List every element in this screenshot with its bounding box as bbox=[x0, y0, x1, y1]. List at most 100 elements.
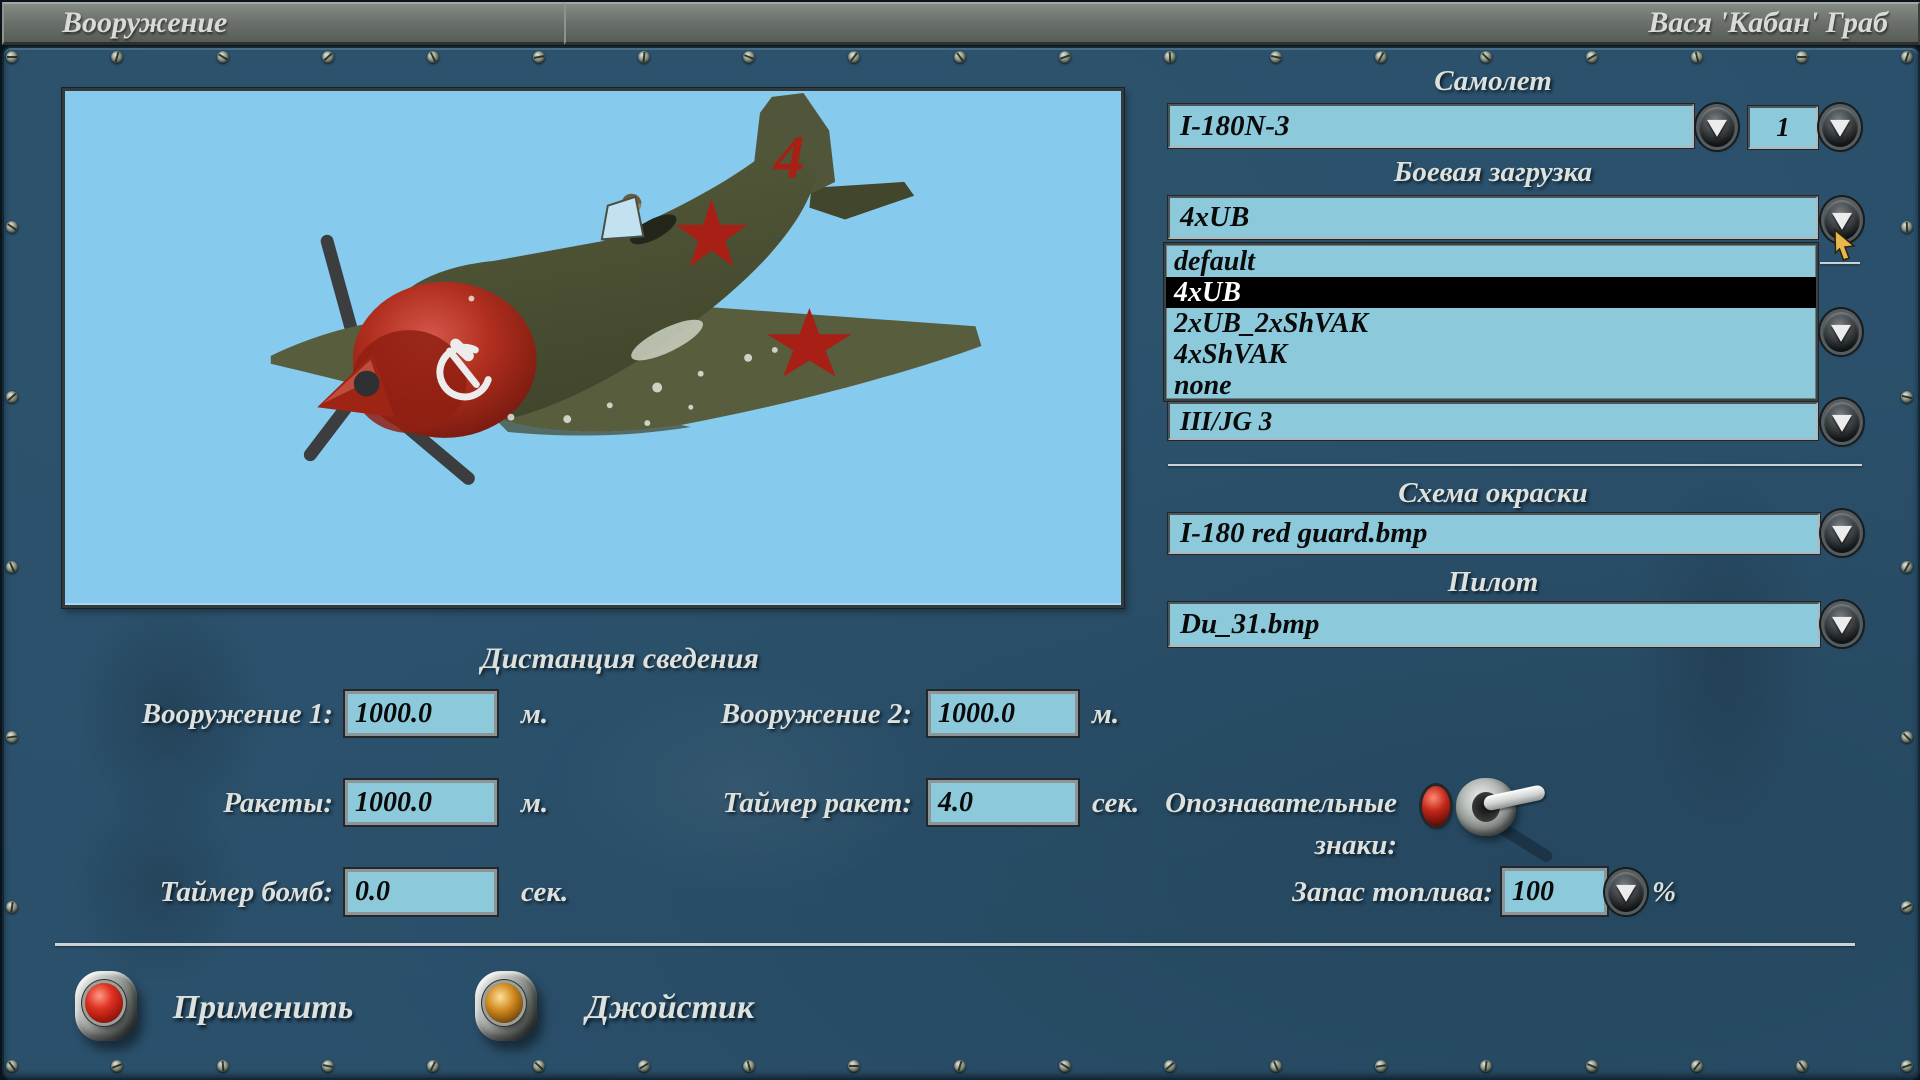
loadout-option[interactable]: 4xUB bbox=[1166, 277, 1816, 308]
screw-icon bbox=[1480, 51, 1492, 63]
aircraft-count-field[interactable]: 1 bbox=[1748, 106, 1818, 149]
screw-icon bbox=[427, 51, 439, 63]
screw-icon bbox=[1901, 221, 1913, 233]
screw-icon bbox=[1796, 1060, 1808, 1072]
rockets-input[interactable]: 1000.0 bbox=[345, 780, 497, 825]
aircraft-section-label: Самолет bbox=[1168, 64, 1818, 98]
apply-button-light-icon bbox=[85, 983, 123, 1023]
bomb-timer-label: Таймер бомб: bbox=[60, 871, 333, 913]
bottom-divider bbox=[55, 943, 1855, 946]
aircraft-dropdown-button[interactable] bbox=[1699, 107, 1735, 147]
screw-icon bbox=[1059, 1060, 1071, 1072]
loadout-section-label: Боевая загрузка bbox=[1168, 155, 1818, 189]
rockets-unit: м. bbox=[521, 782, 548, 824]
screw-icon bbox=[6, 391, 18, 403]
joystick-button-light-icon bbox=[485, 983, 523, 1023]
screw-icon bbox=[533, 51, 545, 63]
player-name-bar: Вася 'Кабан' Граб bbox=[564, 2, 1920, 45]
fuel-label: Запас топлива: bbox=[1240, 871, 1493, 913]
screw-icon bbox=[1901, 561, 1913, 573]
screw-icon bbox=[6, 1060, 18, 1072]
weapon1-input[interactable]: 1000.0 bbox=[345, 691, 497, 736]
screw-icon bbox=[1375, 1060, 1387, 1072]
section-divider bbox=[1168, 464, 1862, 466]
skin-select[interactable]: I-180 red guard.bmp bbox=[1168, 513, 1820, 554]
screw-icon bbox=[1796, 51, 1808, 63]
screw-icon bbox=[1164, 1060, 1176, 1072]
loadout-listbox[interactable]: default4xUB2xUB_2xShVAK4xShVAKnone bbox=[1164, 243, 1818, 401]
screw-icon bbox=[217, 1060, 229, 1072]
joystick-button-label: Джойстик bbox=[560, 986, 780, 1030]
pilot-dropdown-button[interactable] bbox=[1824, 604, 1860, 644]
screw-icon bbox=[1901, 901, 1913, 913]
screw-icon bbox=[1691, 1060, 1703, 1072]
fuel-unit: % bbox=[1652, 871, 1676, 913]
markings-indicator-light-icon bbox=[1422, 786, 1450, 826]
weapon2-input[interactable]: 1000.0 bbox=[928, 691, 1078, 736]
listbox-scroll-button[interactable] bbox=[1823, 312, 1859, 352]
player-name: Вася 'Кабан' Граб bbox=[1648, 6, 1888, 39]
loadout-option[interactable]: 4xShVAK bbox=[1166, 339, 1816, 370]
skin-section-label: Схема окраски bbox=[1168, 476, 1818, 510]
mouse-cursor-icon bbox=[1834, 229, 1860, 261]
loadout-option[interactable]: none bbox=[1166, 370, 1816, 401]
markings-label: Опознавательные знаки: bbox=[1100, 782, 1397, 824]
loadout-option[interactable]: default bbox=[1166, 246, 1816, 277]
loadout-select[interactable]: 4xUB bbox=[1168, 196, 1818, 239]
screw-icon bbox=[1901, 391, 1913, 403]
screw-icon bbox=[427, 1060, 439, 1072]
screw-icon bbox=[1901, 1060, 1913, 1072]
skin-dropdown-button[interactable] bbox=[1824, 513, 1860, 553]
screw-icon bbox=[848, 1060, 860, 1072]
screw-icon bbox=[111, 1060, 123, 1072]
screw-icon bbox=[6, 901, 18, 913]
squadron-dropdown-button[interactable] bbox=[1824, 402, 1860, 442]
screw-icon bbox=[6, 561, 18, 573]
screw-icon bbox=[848, 51, 860, 63]
fuel-dropdown-button[interactable] bbox=[1608, 872, 1644, 912]
rocket-timer-label: Таймер ракет: bbox=[640, 782, 912, 824]
bomb-timer-input[interactable]: 0.0 bbox=[345, 869, 497, 915]
convergence-heading: Дистанция сведения bbox=[370, 642, 870, 676]
pilot-section-label: Пилот bbox=[1168, 565, 1818, 599]
weapon2-unit: м. bbox=[1092, 693, 1119, 735]
aircraft-count-button[interactable] bbox=[1822, 107, 1858, 147]
screw-icon bbox=[1270, 1060, 1282, 1072]
screw-icon bbox=[1901, 51, 1913, 63]
screw-icon bbox=[6, 221, 18, 233]
pilot-select[interactable]: Du_31.bmp bbox=[1168, 602, 1820, 647]
apply-button-label: Применить bbox=[158, 986, 368, 1030]
screw-icon bbox=[217, 51, 229, 63]
listbox-side-mark bbox=[1820, 262, 1860, 264]
screw-icon bbox=[743, 51, 755, 63]
armament-screen: Вооружение Вася 'Кабан' Граб bbox=[0, 0, 1920, 1080]
fuel-input[interactable]: 100 bbox=[1502, 868, 1607, 915]
screw-icon bbox=[1586, 1060, 1598, 1072]
screw-icon bbox=[1586, 51, 1598, 63]
screw-icon bbox=[1691, 51, 1703, 63]
screw-icon bbox=[111, 51, 123, 63]
screw-icon bbox=[1059, 51, 1071, 63]
weapon1-label: Вооружение 1: bbox=[60, 693, 333, 735]
screw-icon bbox=[322, 51, 334, 63]
joystick-button[interactable] bbox=[475, 971, 537, 1041]
tail-number: 4 bbox=[773, 124, 805, 192]
squadron-select[interactable]: III/JG 3 bbox=[1168, 402, 1818, 440]
screw-icon bbox=[6, 731, 18, 743]
screw-icon bbox=[1270, 51, 1282, 63]
weapon2-label: Вооружение 2: bbox=[640, 693, 912, 735]
screw-icon bbox=[1901, 731, 1913, 743]
screw-icon bbox=[954, 51, 966, 63]
screw-icon bbox=[322, 1060, 334, 1072]
rockets-label: Ракеты: bbox=[60, 782, 333, 824]
screw-icon bbox=[743, 1060, 755, 1072]
screw-icon bbox=[638, 51, 650, 63]
screw-icon bbox=[638, 1060, 650, 1072]
screw-icon bbox=[1164, 51, 1176, 63]
rocket-timer-input[interactable]: 4.0 bbox=[928, 780, 1078, 825]
loadout-option[interactable]: 2xUB_2xShVAK bbox=[1166, 308, 1816, 339]
weapon1-unit: м. bbox=[521, 693, 548, 735]
aircraft-select[interactable]: I-180N-3 bbox=[1168, 104, 1694, 148]
apply-button[interactable] bbox=[75, 971, 137, 1041]
screw-icon bbox=[1480, 1060, 1492, 1072]
